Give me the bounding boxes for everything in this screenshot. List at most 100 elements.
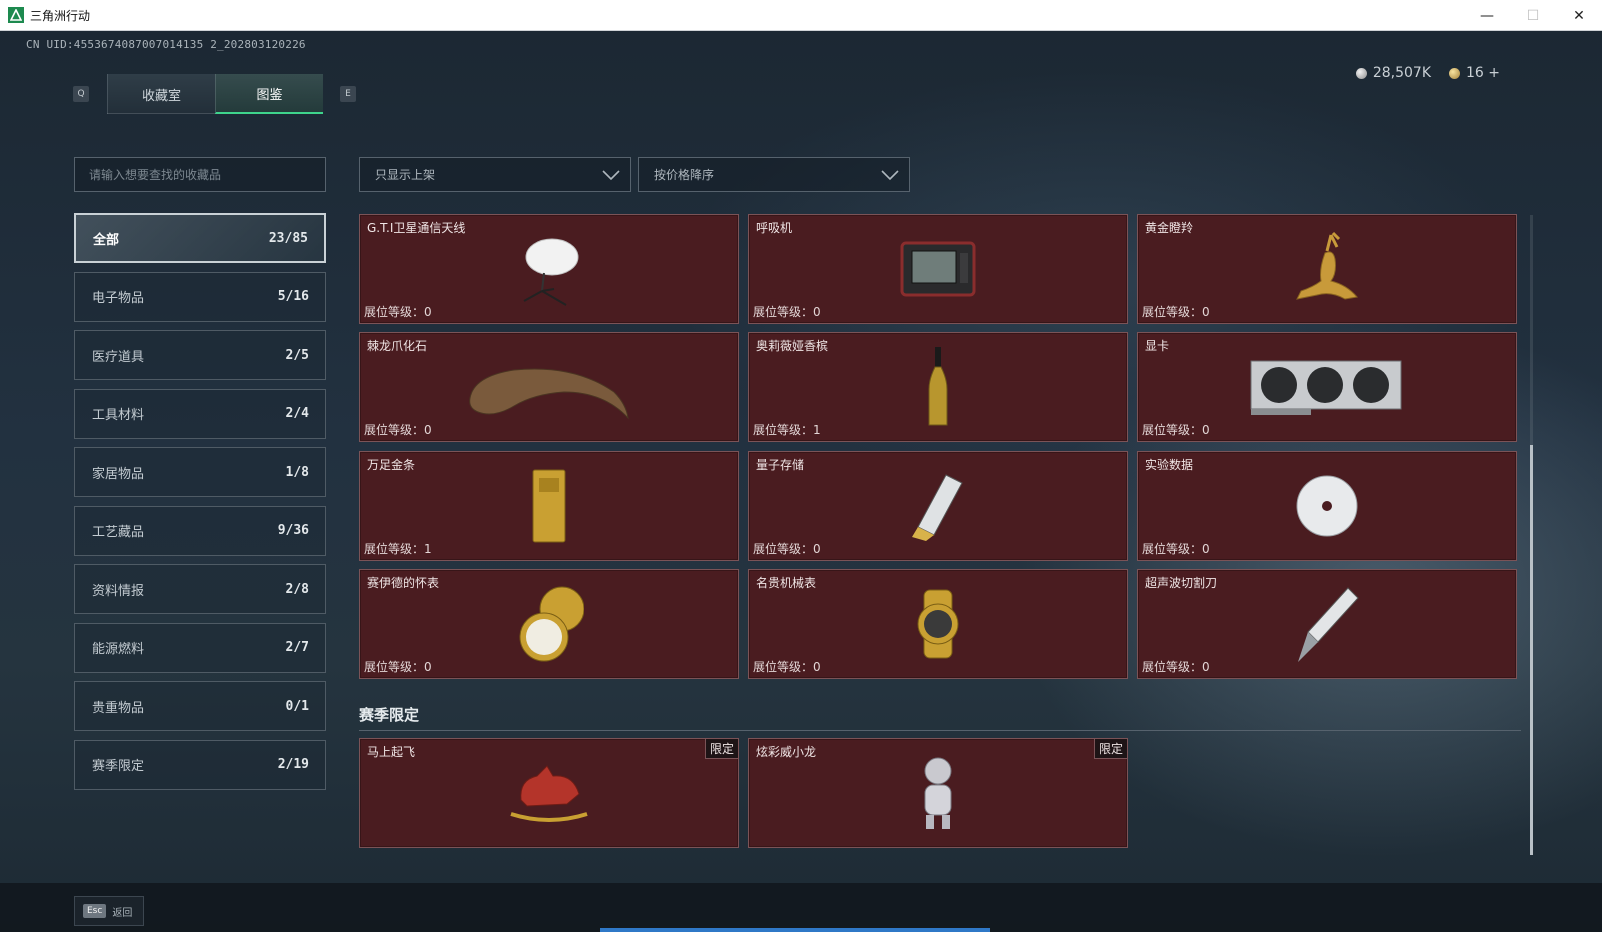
champagne-bottle-icon (928, 347, 948, 426)
category-count: 2/19 (277, 757, 309, 772)
category-count: 1/8 (285, 464, 309, 480)
availability-filter-value: 只显示上架 (375, 168, 436, 182)
ultrasonic-knife-icon (1298, 587, 1359, 662)
back-button[interactable]: Esc 返回 (74, 896, 144, 926)
gold-bar-icon (532, 469, 566, 543)
category-count: 2/4 (285, 406, 309, 421)
collection-card[interactable]: 黄金瞪羚 展位等级：0 (1137, 214, 1517, 324)
close-button[interactable]: ✕ (1556, 0, 1602, 31)
item-name: 黄金瞪羚 (1145, 221, 1194, 235)
item-name: 棘龙爪化石 (367, 339, 428, 353)
collection-card[interactable]: 超声波切割刀 展位等级：0 (1137, 569, 1517, 679)
window-titlebar: 三角洲行动 — ☐ ✕ (0, 0, 1602, 31)
category-valuables[interactable]: 贵重物品 0/1 (74, 681, 326, 731)
item-level: 展位等级：0 (753, 303, 821, 320)
maximize-button[interactable]: ☐ (1510, 0, 1556, 31)
game-viewport: CN UID:4553674087007014135 2_20280312022… (0, 31, 1602, 932)
category-label: 赛季限定 (92, 759, 145, 774)
item-level: 展位等级：0 (1142, 303, 1210, 320)
gold-currency[interactable]: 16 + (1449, 65, 1500, 81)
tab-collection-room[interactable]: 收藏室 (107, 74, 215, 114)
graphics-card-icon (1250, 360, 1402, 415)
next-tab-key-hint[interactable]: E (340, 86, 356, 102)
item-level: 展位等级：0 (364, 658, 432, 675)
gold-coin-icon (1449, 67, 1460, 79)
item-name: 显卡 (1145, 339, 1170, 353)
category-energy[interactable]: 能源燃料 2/7 (74, 622, 326, 673)
category-label: 医疗道具 (92, 349, 145, 365)
prev-tab-key-hint[interactable]: Q (73, 86, 89, 102)
category-crafts[interactable]: 工艺藏品 9/36 (74, 505, 326, 556)
chevron-down-icon (881, 170, 899, 181)
satellite-dish-icon (523, 238, 579, 306)
item-name: 奥莉薇娅香槟 (756, 339, 829, 353)
category-count: 23/85 (268, 230, 308, 246)
collection-card[interactable]: 呼吸机 展位等级：0 (748, 214, 1128, 324)
main-tabs: 收藏室 图鉴 (107, 74, 323, 114)
level-value: 0 (424, 305, 432, 319)
category-all[interactable]: 全部 23/85 (74, 213, 326, 263)
golden-gazelle-icon (1296, 231, 1358, 300)
category-label: 电子物品 (92, 291, 145, 306)
grid-scrollbar-thumb[interactable] (1530, 445, 1533, 855)
level-value: 0 (1202, 542, 1210, 556)
category-intel[interactable]: 资料情报 2/8 (74, 564, 326, 614)
item-name: 超声波切割刀 (1145, 576, 1218, 590)
item-level: 展位等级：0 (1142, 658, 1210, 675)
level-label: 展位等级： (364, 660, 425, 674)
category-label: 家居物品 (92, 466, 145, 482)
level-value: 0 (813, 305, 821, 319)
level-label: 展位等级： (364, 423, 425, 437)
level-label: 展位等级： (364, 542, 425, 556)
item-name: 实验数据 (1145, 458, 1194, 472)
category-label: 工具材料 (92, 408, 145, 423)
level-value: 0 (1202, 423, 1210, 437)
category-count: 5/16 (277, 289, 309, 304)
category-label: 全部 (93, 232, 120, 248)
collection-card[interactable]: 显卡 展位等级：0 (1137, 332, 1517, 442)
level-value: 0 (813, 660, 821, 674)
item-name: 万足金条 (367, 458, 416, 472)
minimize-button[interactable]: — (1464, 0, 1510, 31)
silver-currency: 28,507K (1355, 65, 1431, 81)
collection-card[interactable]: 万足金条 展位等级：1 (359, 451, 739, 561)
category-count: 9/36 (277, 523, 309, 538)
claw-fossil-icon (469, 368, 629, 420)
item-name: G.T.I卫星通信天线 (367, 221, 466, 235)
data-disc-icon (1296, 475, 1358, 537)
collection-card[interactable]: 实验数据 展位等级：0 (1137, 451, 1517, 561)
tab-catalog[interactable]: 图鉴 (215, 74, 323, 114)
collection-card[interactable]: 奥莉薇娅香槟 展位等级：1 (748, 332, 1128, 442)
category-label: 工艺藏品 (92, 525, 145, 540)
category-count: 2/7 (285, 640, 309, 655)
item-level: 展位等级：0 (753, 540, 821, 557)
progress-accent (600, 928, 990, 932)
collection-card[interactable]: G.T.I卫星通信天线 展位等级：0 (359, 214, 739, 324)
collection-card[interactable]: 赛伊德的怀表 展位等级：0 (359, 569, 739, 679)
app-logo-icon (8, 7, 24, 23)
level-value: 0 (1202, 660, 1210, 674)
collection-card[interactable]: 棘龙爪化石 展位等级：0 (359, 332, 739, 442)
level-value: 1 (813, 423, 821, 437)
rocking-horse-icon (510, 765, 588, 822)
category-season-limited[interactable]: 赛季限定 2/19 (74, 739, 326, 790)
pocket-watch-icon (519, 586, 584, 662)
category-medical[interactable]: 医疗道具 2/5 (74, 330, 326, 380)
sort-dropdown[interactable]: 按价格降序 (638, 157, 910, 192)
availability-filter-dropdown[interactable]: 只显示上架 (359, 157, 631, 192)
category-tools[interactable]: 工具材料 2/4 (74, 388, 326, 439)
category-electronics[interactable]: 电子物品 5/16 (74, 271, 326, 322)
collection-card[interactable]: 马上起飞 限定 (359, 738, 739, 848)
collection-card[interactable]: 名贵机械表 展位等级：0 (748, 569, 1128, 679)
collection-search-input[interactable]: 请输入想要查找的收藏品 (74, 157, 326, 192)
category-household[interactable]: 家居物品 1/8 (74, 447, 326, 497)
silver-coin-icon (1355, 67, 1367, 79)
category-count: 2/5 (285, 347, 309, 363)
dragon-figure-icon (924, 757, 952, 829)
category-list: 全部 23/85 电子物品 5/16 医疗道具 2/5 工具材料 2/4 家居物… (74, 213, 326, 798)
collection-card[interactable]: 量子存储 展位等级：0 (748, 451, 1128, 561)
item-name: 赛伊德的怀表 (367, 576, 440, 590)
collection-card[interactable]: 炫彩威小龙 限定 (748, 738, 1128, 848)
level-label: 展位等级： (1142, 305, 1203, 319)
item-name: 马上起飞 (367, 745, 416, 759)
